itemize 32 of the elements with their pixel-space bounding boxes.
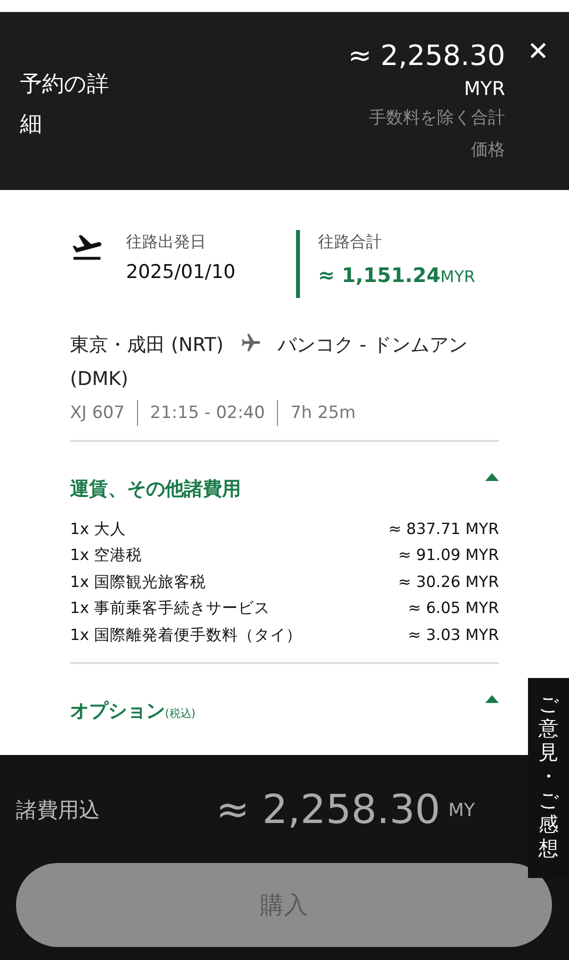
fee-amount: ≈ 6.05 MYR bbox=[408, 598, 499, 620]
total-label: 諸費用込 bbox=[16, 797, 101, 824]
fee-amount: ≈ 3.03 MYR bbox=[408, 624, 499, 646]
fee-label: 1x 国際離発着便手数料（タイ） bbox=[70, 624, 302, 646]
fee-label: 1x 大人 bbox=[70, 518, 126, 540]
section-header[interactable]: 運賃、その他諸費用 bbox=[70, 442, 499, 504]
fee-amount: ≈ 91.09 MYR bbox=[398, 545, 499, 566]
close-button[interactable]: ✕ bbox=[527, 36, 549, 68]
price-note: 手数料を除く合計価格 bbox=[368, 106, 506, 162]
feedback-tab[interactable]: ご意見・ご感想 bbox=[528, 678, 569, 878]
fee-label: 1x 空港税 bbox=[70, 545, 142, 566]
caret-icon bbox=[485, 472, 499, 481]
route-text: 東京・成田 (NRT) バンコク - ドンムアン (DMK) bbox=[70, 330, 468, 392]
total-label: 往路合計 bbox=[318, 230, 383, 253]
total-price: ≈ 2,258.30 bbox=[347, 38, 506, 74]
grand-total: ≈ 2,258.30 bbox=[216, 787, 440, 834]
fee-label: 1x 事前乗客手続きサービス bbox=[70, 598, 270, 620]
outbound-total: ≈ 1,151.24MYR bbox=[318, 262, 476, 289]
date-label: 往路出発日 bbox=[126, 230, 207, 253]
fee-label: 1x 国際観光旅客税 bbox=[70, 572, 206, 593]
page-title: 予約の詳細 bbox=[20, 70, 110, 139]
caret-icon bbox=[485, 694, 499, 704]
flight-duration: 7h 25m bbox=[290, 402, 356, 425]
currency-label: MY bbox=[448, 800, 475, 821]
fee-amount: ≈ 30.26 MYR bbox=[398, 572, 499, 593]
flight-time: 21:15 - 02:40 bbox=[150, 402, 265, 425]
section-header[interactable]: オプション(税込) bbox=[70, 664, 499, 730]
departure-date: 2025/01/10 bbox=[126, 260, 237, 285]
fee-amount: ≈ 837.71 MYR bbox=[388, 518, 499, 540]
currency-label: MYR bbox=[463, 76, 506, 102]
plane-icon bbox=[240, 332, 262, 354]
flight-number: XJ 607 bbox=[70, 402, 125, 425]
